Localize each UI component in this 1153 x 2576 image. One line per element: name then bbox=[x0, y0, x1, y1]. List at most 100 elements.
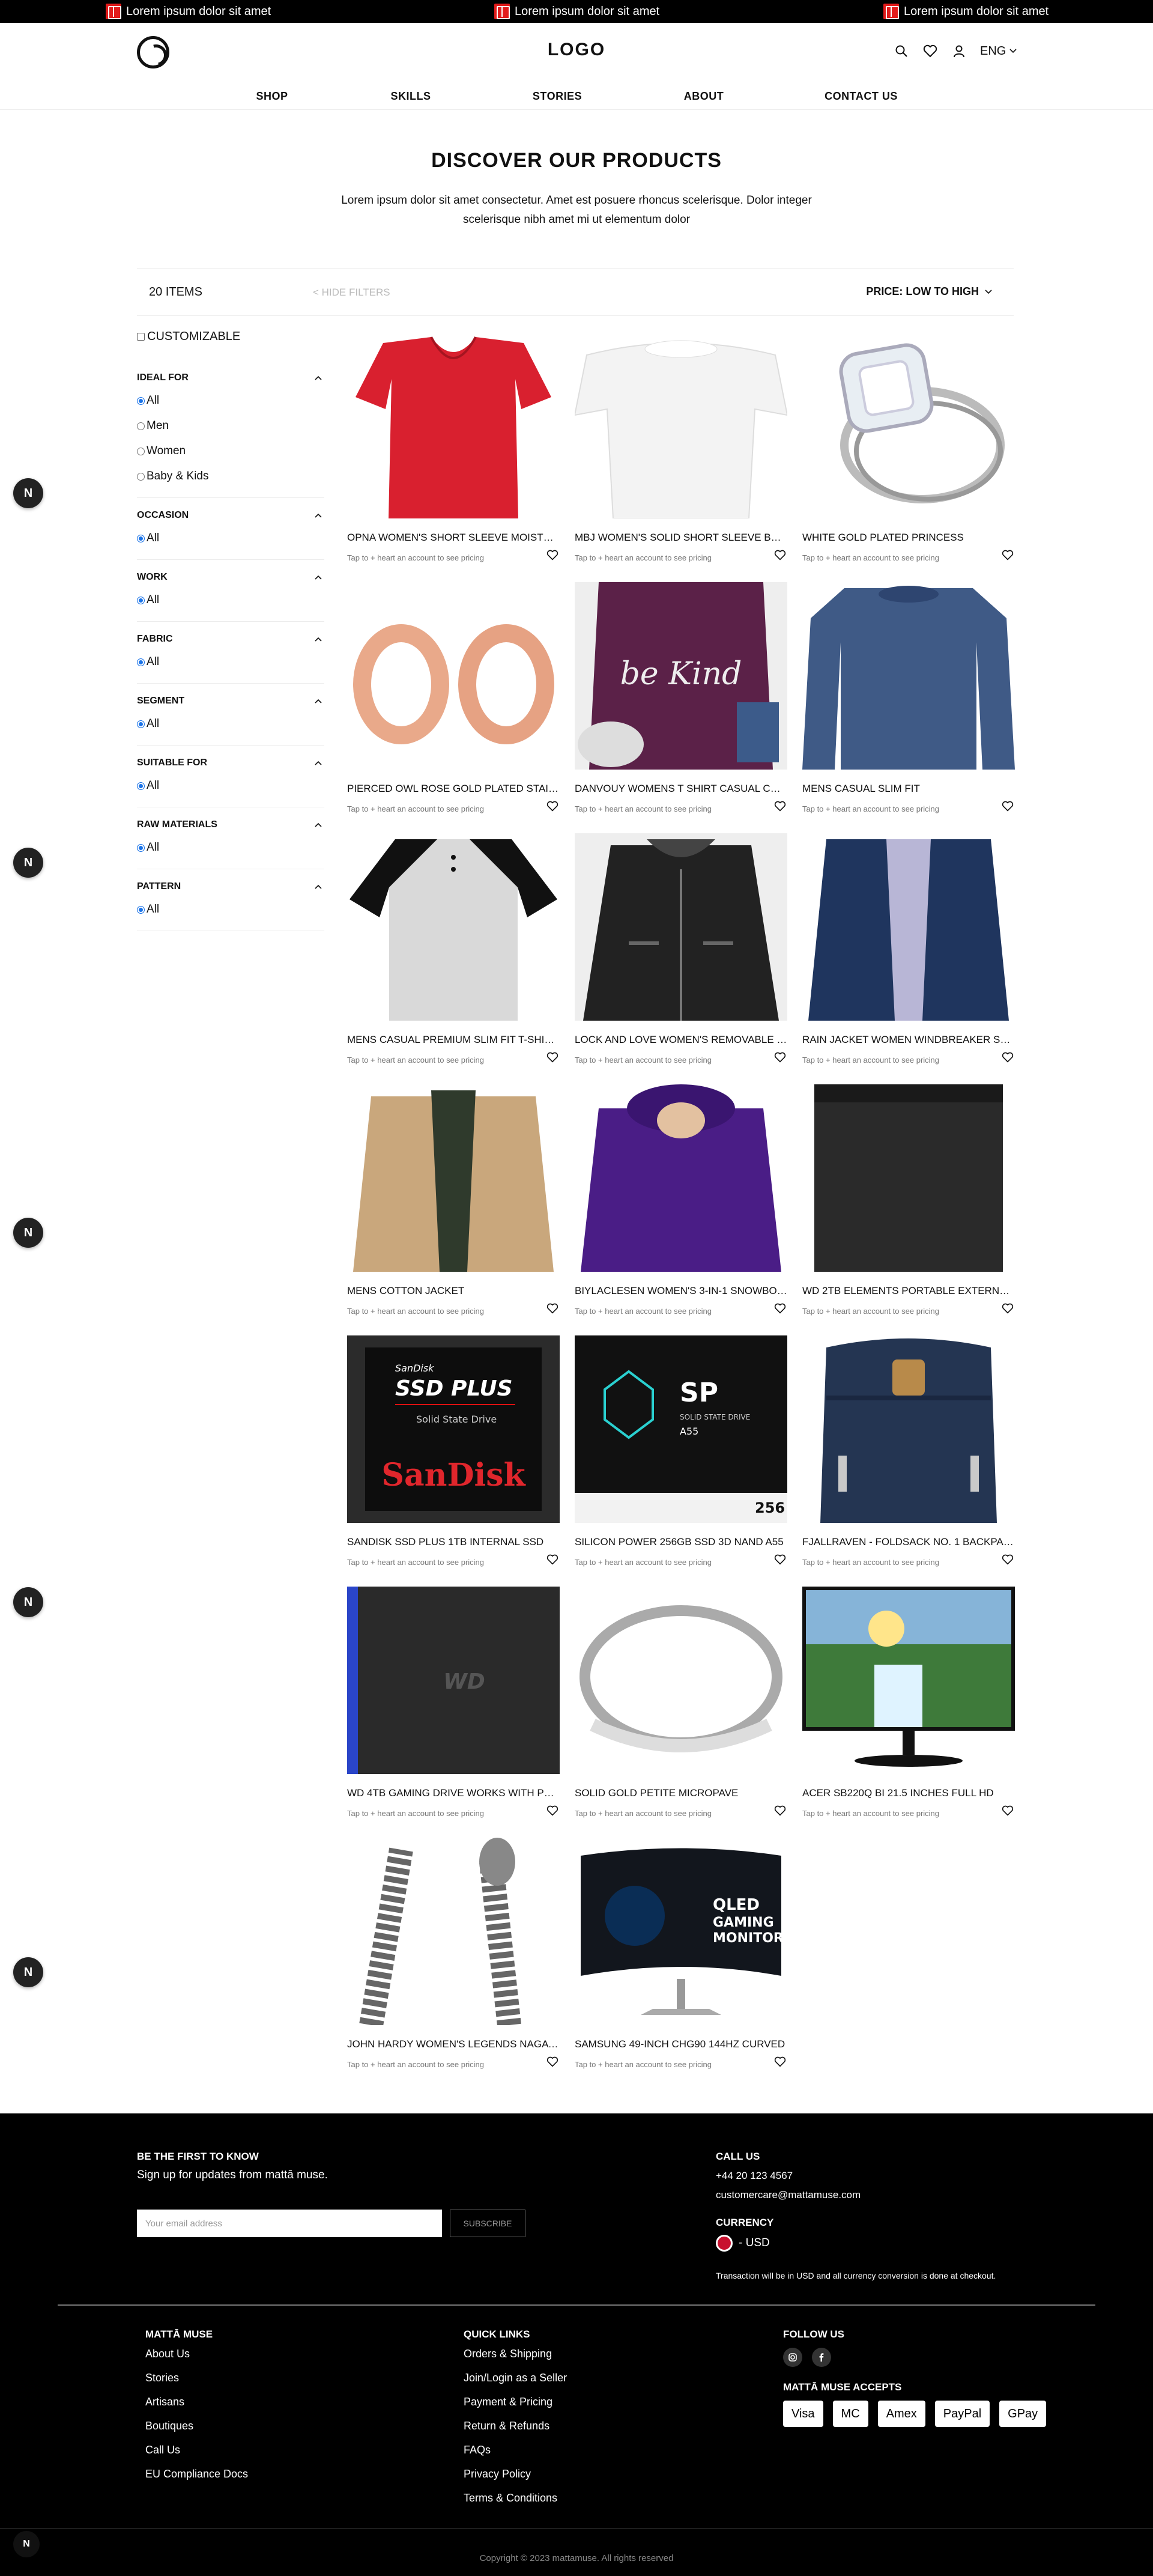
footer-link[interactable]: About Us bbox=[145, 2342, 248, 2366]
filter-option[interactable]: All bbox=[137, 588, 324, 613]
product-image[interactable] bbox=[575, 331, 787, 518]
heart-icon[interactable] bbox=[774, 1303, 787, 1316]
radio-button[interactable] bbox=[137, 720, 145, 728]
product-name[interactable]: RAIN JACKET WOMEN WINDBREAKER STRIPED bbox=[802, 1034, 1015, 1046]
floating-badge[interactable]: N bbox=[13, 1587, 43, 1617]
product-card[interactable]: SP SOLID STATE DRIVE A55 256 SILICON POWER 2… bbox=[575, 1335, 787, 1587]
footer-link[interactable]: FAQs bbox=[464, 2438, 567, 2462]
heart-icon[interactable] bbox=[546, 1052, 560, 1065]
heart-icon[interactable] bbox=[1002, 550, 1015, 563]
subscribe-button[interactable]: SUBSCRIBE bbox=[450, 2210, 525, 2237]
footer-link[interactable]: EU Compliance Docs bbox=[145, 2462, 248, 2486]
filter-option[interactable]: All bbox=[137, 835, 324, 860]
checkbox[interactable] bbox=[137, 332, 145, 341]
radio-button[interactable] bbox=[137, 596, 145, 604]
footer-link[interactable]: Artisans bbox=[145, 2390, 248, 2414]
product-name[interactable]: MENS CASUAL PREMIUM SLIM FIT T-SHIRTS bbox=[347, 1034, 560, 1046]
product-image[interactable] bbox=[347, 833, 560, 1021]
product-name[interactable]: LOCK AND LOVE WOMEN'S REMOVABLE HOODED bbox=[575, 1034, 787, 1046]
product-card[interactable]: RAIN JACKET WOMEN WINDBREAKER STRIPED Tap… bbox=[802, 833, 1015, 1084]
product-card[interactable]: ACER SB220Q BI 21.5 INCHES FULL HD Tap to… bbox=[802, 1587, 1015, 1838]
nav-item-contact[interactable]: CONTACT US bbox=[825, 90, 898, 103]
product-card[interactable]: LOCK AND LOVE WOMEN'S REMOVABLE HOODED Ta… bbox=[575, 833, 787, 1084]
product-name[interactable]: MENS COTTON JACKET bbox=[347, 1285, 560, 1297]
product-card[interactable]: be Kind DANVOUY WOMENS T SHIRT CASUAL COT… bbox=[575, 582, 787, 833]
customizable-checkbox[interactable]: CUSTOMIZABLE bbox=[137, 324, 324, 348]
product-card[interactable]: WD 2TB ELEMENTS PORTABLE EXTERNAL HARD Ta… bbox=[802, 1084, 1015, 1335]
heart-icon[interactable] bbox=[774, 550, 787, 563]
filter-group-header[interactable]: IDEAL FOR bbox=[137, 368, 324, 388]
instagram-icon[interactable] bbox=[783, 2348, 802, 2367]
heart-icon[interactable] bbox=[774, 1805, 787, 1818]
product-image[interactable]: QLED GAMING MONITOR bbox=[575, 1838, 787, 2025]
product-card[interactable]: MENS CASUAL PREMIUM SLIM FIT T-SHIRTS Tap… bbox=[347, 833, 560, 1084]
heart-icon[interactable] bbox=[1002, 801, 1015, 814]
filter-group-header[interactable]: PATTERN bbox=[137, 876, 324, 897]
filter-group-header[interactable]: RAW MATERIALS bbox=[137, 815, 324, 835]
filter-option[interactable]: Men bbox=[137, 413, 324, 439]
product-name[interactable]: ACER SB220Q BI 21.5 INCHES FULL HD bbox=[802, 1787, 1015, 1799]
product-image[interactable]: be Kind bbox=[575, 582, 787, 770]
hide-filters-button[interactable]: < HIDE FILTERS bbox=[313, 287, 390, 299]
search-icon[interactable] bbox=[894, 43, 909, 59]
footer-link[interactable]: Stories bbox=[145, 2366, 248, 2390]
product-card[interactable]: SOLID GOLD PETITE MICROPAVE Tap to + hear… bbox=[575, 1587, 787, 1838]
heart-icon[interactable] bbox=[774, 801, 787, 814]
product-name[interactable]: MENS CASUAL SLIM FIT bbox=[802, 783, 1015, 795]
filter-option[interactable]: Women bbox=[137, 439, 324, 464]
footer-link[interactable]: Join/Login as a Seller bbox=[464, 2366, 567, 2390]
product-name[interactable]: SAMSUNG 49-INCH CHG90 144HZ CURVED bbox=[575, 2038, 787, 2050]
radio-button[interactable] bbox=[137, 658, 145, 666]
nav-item-skills[interactable]: SKILLS bbox=[390, 90, 431, 103]
product-card[interactable]: WD WD 4TB GAMING DRIVE WORKS WITH PLAYSTA… bbox=[347, 1587, 560, 1838]
floating-badge[interactable]: N bbox=[13, 1218, 43, 1248]
radio-button[interactable] bbox=[137, 472, 145, 481]
product-card[interactable]: QLED GAMING MONITOR SAMSUNG 49-INCH CHG90 1… bbox=[575, 1838, 787, 2089]
heart-icon[interactable] bbox=[1002, 1554, 1015, 1567]
footer-link[interactable]: Privacy Policy bbox=[464, 2462, 567, 2486]
heart-icon[interactable] bbox=[546, 1805, 560, 1818]
filter-option[interactable]: All bbox=[137, 897, 324, 922]
radio-button[interactable] bbox=[137, 782, 145, 790]
product-name[interactable]: MBJ WOMEN'S SOLID SHORT SLEEVE BOAT NECK bbox=[575, 532, 787, 544]
sort-select[interactable]: PRICE: LOW TO HIGH bbox=[866, 285, 992, 298]
footer-link[interactable]: Call Us bbox=[145, 2438, 248, 2462]
product-card[interactable]: BIYLACLESEN WOMEN'S 3-IN-1 SNOWBOARD Tap … bbox=[575, 1084, 787, 1335]
product-image[interactable] bbox=[802, 1084, 1015, 1272]
product-name[interactable]: PIERCED OWL ROSE GOLD PLATED STAINLESS bbox=[347, 783, 560, 795]
filter-group-header[interactable]: FABRIC bbox=[137, 629, 324, 649]
product-card[interactable]: MENS COTTON JACKET Tap to + heart an acco… bbox=[347, 1084, 560, 1335]
nav-item-about[interactable]: ABOUT bbox=[684, 90, 724, 103]
product-image[interactable] bbox=[347, 1838, 560, 2025]
heart-icon[interactable] bbox=[774, 2056, 787, 2070]
product-image[interactable]: SanDisk SSD PLUS Solid State Drive SanDisk bbox=[347, 1335, 560, 1523]
heart-icon[interactable] bbox=[1002, 1052, 1015, 1065]
facebook-icon[interactable] bbox=[812, 2348, 831, 2367]
product-image[interactable] bbox=[802, 1587, 1015, 1774]
product-name[interactable]: WD 4TB GAMING DRIVE WORKS WITH PLAYSTATI… bbox=[347, 1787, 560, 1799]
radio-button[interactable] bbox=[137, 396, 145, 405]
filter-option[interactable]: All bbox=[137, 388, 324, 413]
product-image[interactable] bbox=[347, 582, 560, 770]
filter-option[interactable]: All bbox=[137, 711, 324, 737]
radio-button[interactable] bbox=[137, 534, 145, 542]
heart-icon[interactable] bbox=[546, 2056, 560, 2070]
product-card[interactable]: WHITE GOLD PLATED PRINCESS Tap to + heart… bbox=[802, 331, 1015, 582]
heart-icon[interactable] bbox=[546, 550, 560, 563]
radio-button[interactable] bbox=[137, 905, 145, 914]
radio-button[interactable] bbox=[137, 843, 145, 852]
product-card[interactable]: MBJ WOMEN'S SOLID SHORT SLEEVE BOAT NECK… bbox=[575, 331, 787, 582]
footer-link[interactable]: Payment & Pricing bbox=[464, 2390, 567, 2414]
heart-icon[interactable] bbox=[546, 1554, 560, 1567]
product-card[interactable]: SanDisk SSD PLUS Solid State Drive SanDisk S… bbox=[347, 1335, 560, 1587]
product-name[interactable]: SOLID GOLD PETITE MICROPAVE bbox=[575, 1787, 787, 1799]
footer-link[interactable]: Terms & Conditions bbox=[464, 2486, 567, 2510]
product-card[interactable]: MENS CASUAL SLIM FIT Tap to + heart an ac… bbox=[802, 582, 1015, 833]
user-icon[interactable] bbox=[951, 43, 967, 59]
product-name[interactable]: WD 2TB ELEMENTS PORTABLE EXTERNAL HARD bbox=[802, 1285, 1015, 1297]
radio-button[interactable] bbox=[137, 447, 145, 455]
product-name[interactable]: JOHN HARDY WOMEN'S LEGENDS NAGA GOLD bbox=[347, 2038, 560, 2050]
heart-icon[interactable] bbox=[1002, 1805, 1015, 1818]
language-selector[interactable]: ENG bbox=[980, 44, 1017, 58]
currency-selector[interactable]: - USD bbox=[716, 2235, 770, 2252]
